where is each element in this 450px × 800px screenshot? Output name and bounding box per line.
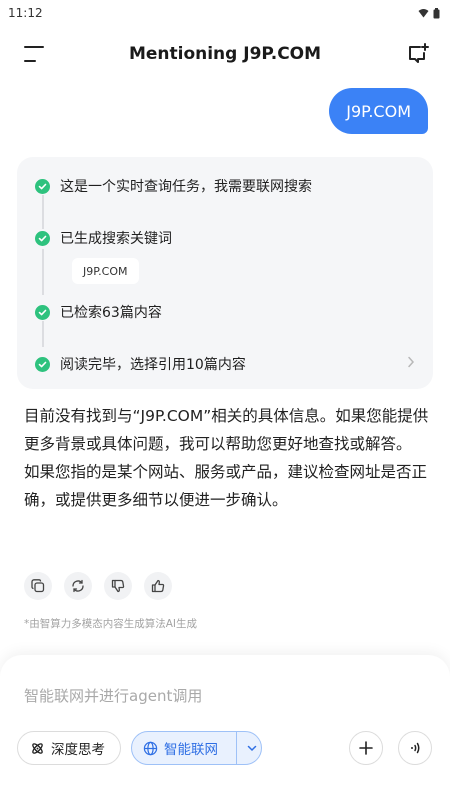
step-item: 这是一个实时查询任务，我需要联网搜索 [35,176,312,196]
status-time: 11:12 [8,6,43,20]
refresh-icon [72,579,84,593]
step-label: 已检索63篇内容 [60,305,162,321]
new-chat-icon[interactable] [406,42,430,66]
menu-icon[interactable] [24,44,46,64]
battery-icon [433,7,440,18]
dislike-button[interactable] [104,572,132,600]
web-search-main[interactable]: 智能联网 [132,732,230,764]
copy-icon [31,579,45,593]
copy-button[interactable] [24,572,52,600]
add-attachment-button[interactable] [349,731,383,765]
message-input[interactable]: 智能联网并进行agent调用 [24,685,202,706]
ai-disclaimer: *由智算力多模态内容生成算法AI生成 [24,618,198,630]
composer-panel: 智能联网并进行agent调用 深度思考 智能联网 [0,655,450,800]
search-steps-card[interactable]: 这是一个实时查询任务，我需要联网搜索 已生成搜索关键词 J9P.COM 已检索6… [17,157,433,389]
chevron-down-icon [247,745,257,751]
assistant-answer: 目前没有找到与“J9P.COM”相关的具体信息。如果您能提供更多背景或具体问题，… [24,402,429,514]
voice-icon [411,742,420,754]
status-bar: 11:12 [0,0,450,26]
web-search-dropdown[interactable] [243,732,261,764]
like-button[interactable] [144,572,172,600]
web-search-label: 智能联网 [164,742,218,758]
voice-input-button[interactable] [398,731,432,765]
step-label: 阅读完毕，选择引用10篇内容 [60,357,246,373]
divider [236,732,237,764]
atom-icon [32,742,43,754]
step-label: 这是一个实时查询任务，我需要联网搜索 [60,179,312,195]
deep-think-label: 深度思考 [51,742,105,758]
top-bar: Mentioning J9P.COM [0,30,450,78]
check-icon [35,356,50,372]
step-label: 已生成搜索关键词 [60,231,172,247]
page-title: Mentioning J9P.COM [128,44,322,64]
check-icon [35,230,50,246]
web-search-toggle[interactable]: 智能联网 [131,731,262,765]
search-keyword-chip[interactable]: J9P.COM [72,258,139,284]
thumbs-up-icon [151,579,165,593]
deep-think-toggle[interactable]: 深度思考 [17,731,121,765]
step-connector [42,321,44,347]
step-item: 阅读完毕，选择引用10篇内容 [35,354,246,374]
wifi-icon [418,9,429,18]
check-icon [35,304,50,320]
answer-actions [24,572,172,600]
thumbs-down-icon [111,579,125,593]
globe-icon [143,741,158,755]
step-item: 已生成搜索关键词 [35,228,172,248]
step-connector [42,249,44,295]
step-connector [42,195,44,229]
step-item: 已检索63篇内容 [35,302,162,322]
user-message-bubble: J9P.COM [329,88,428,134]
chevron-right-icon[interactable] [407,356,415,372]
regenerate-button[interactable] [64,572,92,600]
plus-icon [359,741,373,755]
answer-paragraph: 如果您指的是某个网站、服务或产品，建议检查网址是否正确，或提供更多细节以便进一步… [24,463,428,509]
answer-paragraph: 目前没有找到与“J9P.COM”相关的具体信息。如果您能提供更多背景或具体问题，… [24,407,429,453]
check-icon [35,178,50,194]
